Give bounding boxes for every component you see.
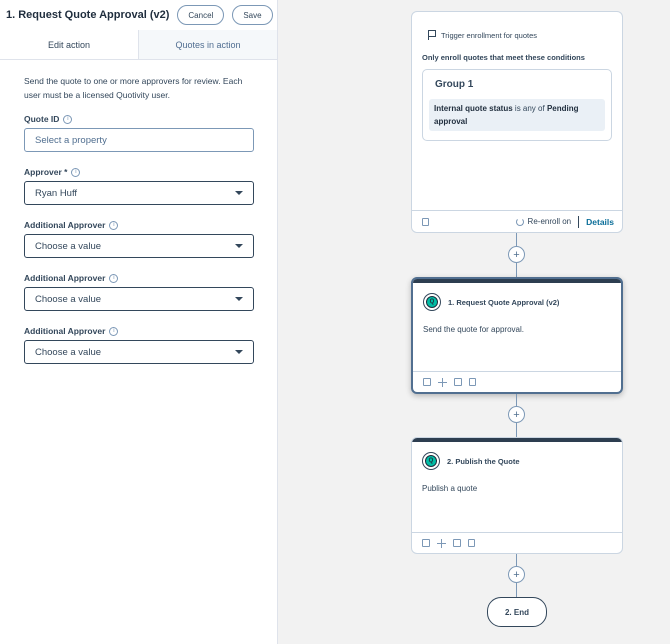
copy-icon[interactable]: [422, 539, 430, 547]
action-body: Publish a quote: [422, 484, 478, 493]
move-icon[interactable]: [438, 377, 447, 387]
condition-operator: is any of: [512, 104, 547, 113]
trigger-title: Trigger enrollment for quotes: [441, 30, 538, 40]
action-card-2[interactable]: Q 2. Publish the Quote Publish a quote: [411, 437, 623, 554]
additional-approver-select-3[interactable]: Choose a value: [24, 340, 254, 364]
action-header: Q 1. Request Quote Approval (v2): [413, 283, 621, 311]
caret-down-icon: [235, 350, 243, 354]
quote-id-input[interactable]: Select a property: [24, 128, 254, 152]
panel-header: 1. Request Quote Approval (v2) Cancel Sa…: [0, 0, 277, 30]
approver-label: Approver * i: [24, 167, 253, 177]
add-step-button[interactable]: +: [508, 246, 525, 263]
info-icon[interactable]: i: [109, 273, 119, 283]
additional-approver-label-text: Additional Approver: [24, 326, 106, 336]
info-icon[interactable]: i: [71, 167, 81, 177]
approver-value: Ryan Huff: [35, 187, 78, 199]
action-editor-panel: 1. Request Quote Approval (v2) Cancel Sa…: [0, 0, 278, 644]
trash-icon[interactable]: [469, 378, 476, 386]
tab-quotes-in-action[interactable]: Quotes in action: [139, 30, 277, 59]
add-step-button[interactable]: +: [508, 566, 525, 583]
copy-icon[interactable]: [423, 378, 431, 386]
cancel-button[interactable]: Cancel: [177, 5, 225, 25]
additional-approver-label: Additional Approver i: [24, 326, 253, 336]
additional-approver-label: Additional Approver i: [24, 220, 253, 230]
quote-id-label-text: Quote ID: [24, 114, 60, 124]
action-body: Send the quote for approval.: [423, 325, 524, 334]
panel-title: 1. Request Quote Approval (v2): [6, 9, 170, 21]
action-toolbar: [413, 371, 621, 392]
trigger-subtitle: Only enroll quotes that meet these condi…: [422, 53, 585, 62]
clone-icon[interactable]: [454, 378, 462, 386]
caret-down-icon: [235, 297, 243, 301]
action-title: 2. Publish the Quote: [447, 456, 520, 466]
add-step-button[interactable]: +: [508, 406, 525, 423]
additional-approver-select-1[interactable]: Choose a value: [24, 234, 254, 258]
trigger-header: Trigger enrollment for quotes: [412, 12, 622, 40]
condition-group: Group 1 Internal quote status is any of …: [422, 69, 612, 141]
additional-approver-label: Additional Approver i: [24, 273, 253, 283]
save-button[interactable]: Save: [232, 5, 273, 25]
condition-property: Internal quote status: [434, 104, 513, 113]
end-node: 2. End: [487, 597, 547, 627]
additional-approver-value: Choose a value: [35, 346, 102, 358]
action-toolbar: [412, 532, 622, 553]
trash-icon[interactable]: [468, 539, 475, 547]
app-logo-icon: Q: [423, 293, 441, 311]
condition-filter: Internal quote status is any of Pending …: [429, 99, 605, 131]
approver-label-text: Approver *: [24, 167, 68, 177]
action-form: Send the quote to one or more approvers …: [0, 60, 277, 364]
app-logo-letter: Q: [425, 455, 437, 467]
reenroll-toggle[interactable]: Re-enroll on: [515, 217, 572, 226]
panel-tabs: Edit action Quotes in action: [0, 30, 277, 60]
app-logo-letter: Q: [426, 296, 438, 308]
caret-down-icon: [235, 244, 243, 248]
additional-approver-value: Choose a value: [35, 293, 102, 305]
caret-down-icon: [235, 191, 243, 195]
additional-approver-value: Choose a value: [35, 240, 102, 252]
refresh-icon: [515, 217, 524, 226]
info-icon[interactable]: i: [109, 220, 119, 230]
trigger-card[interactable]: Trigger enrollment for quotes Only enrol…: [411, 11, 623, 233]
action-title: 1. Request Quote Approval (v2): [448, 297, 560, 307]
additional-approver-label-text: Additional Approver: [24, 220, 106, 230]
workflow-canvas: Trigger enrollment for quotes Only enrol…: [278, 0, 670, 644]
clone-icon[interactable]: [453, 539, 461, 547]
flag-icon: [428, 30, 436, 40]
action-description: Send the quote to one or more approvers …: [24, 76, 243, 100]
trigger-footer: Re-enroll on Details: [412, 210, 622, 232]
details-link[interactable]: Details: [586, 217, 614, 227]
additional-approver-select-2[interactable]: Choose a value: [24, 287, 254, 311]
additional-approver-label-text: Additional Approver: [24, 273, 106, 283]
tab-edit-action[interactable]: Edit action: [0, 30, 139, 59]
app-logo-icon: Q: [422, 452, 440, 470]
move-icon[interactable]: [437, 538, 446, 548]
divider: [578, 215, 580, 228]
reenroll-label: Re-enroll on: [527, 217, 572, 226]
group-title: Group 1: [435, 79, 474, 90]
quote-id-placeholder: Select a property: [35, 134, 107, 146]
action-card-1[interactable]: Q 1. Request Quote Approval (v2) Send th…: [411, 277, 623, 394]
action-header: Q 2. Publish the Quote: [412, 442, 622, 470]
trash-icon[interactable]: [422, 217, 429, 226]
info-icon[interactable]: i: [109, 326, 119, 336]
approver-select[interactable]: Ryan Huff: [24, 181, 254, 205]
quote-id-label: Quote ID i: [24, 114, 253, 124]
info-icon[interactable]: i: [63, 114, 73, 124]
